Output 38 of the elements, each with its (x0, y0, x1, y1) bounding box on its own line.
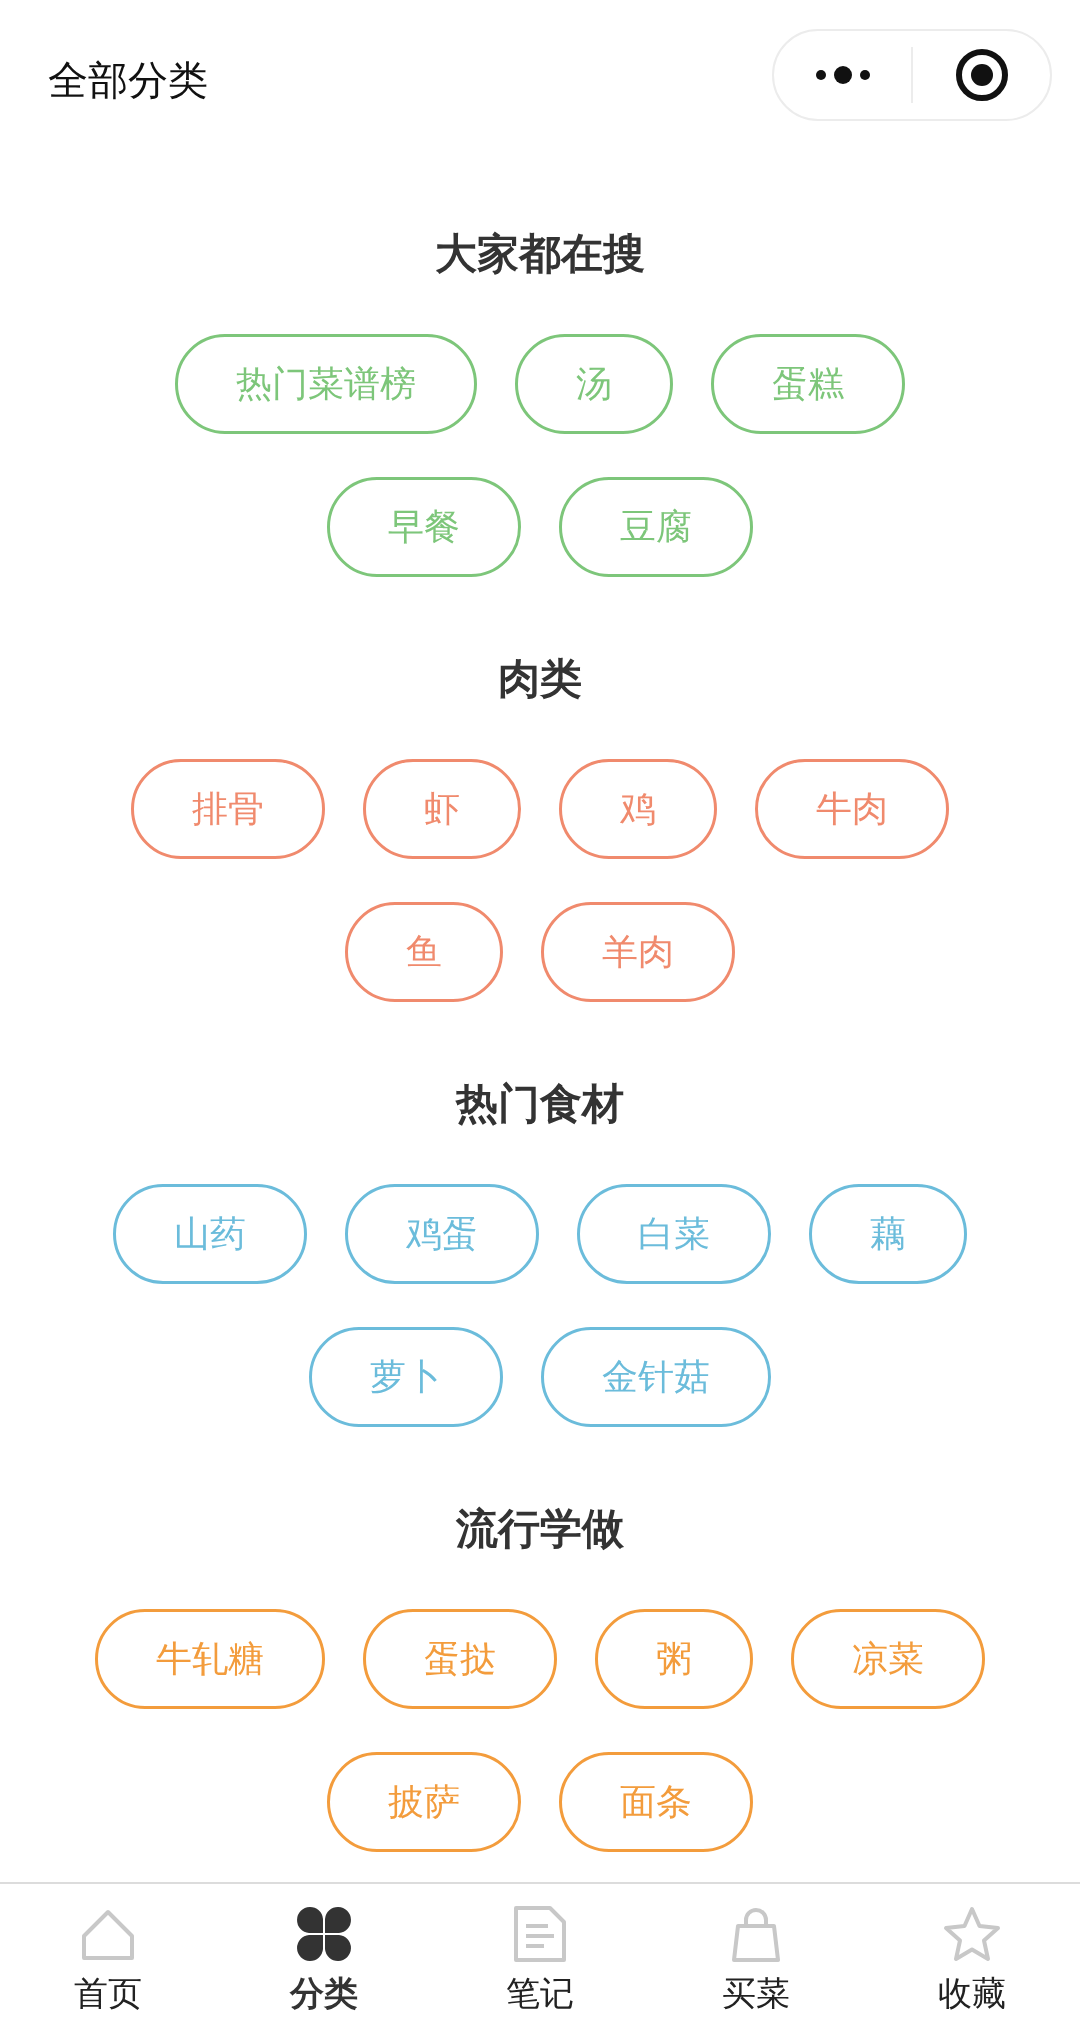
tab-item[interactable]: 收藏 (864, 1884, 1080, 2040)
category-tag[interactable]: 蛋糕 (711, 334, 905, 434)
category-tag[interactable]: 面条 (559, 1752, 753, 1852)
category-tag[interactable]: 藕 (809, 1184, 967, 1284)
category-tag[interactable]: 鸡蛋 (345, 1184, 539, 1284)
document-icon (512, 1906, 568, 1962)
category-tag[interactable]: 豆腐 (559, 477, 753, 577)
more-icon (814, 65, 871, 85)
category-tag[interactable]: 早餐 (327, 477, 521, 577)
section-title: 热门食材 (456, 1079, 624, 1129)
tab-item[interactable]: 首页 (0, 1884, 216, 2040)
tab-item[interactable]: 笔记 (432, 1884, 648, 2040)
category-tag[interactable]: 牛肉 (755, 759, 949, 859)
section-title: 流行学做 (456, 1504, 624, 1554)
tab-item[interactable]: 买菜 (648, 1884, 864, 2040)
clover-icon (296, 1906, 352, 1962)
section-title: 大家都在搜 (435, 229, 645, 279)
category-tag[interactable]: 披萨 (327, 1752, 521, 1852)
category-tag[interactable]: 粥 (595, 1609, 753, 1709)
category-tag[interactable]: 牛轧糖 (95, 1609, 325, 1709)
page-title: 全部分类 (48, 57, 208, 104)
category-tag[interactable]: 萝卜 (309, 1327, 503, 1427)
category-tag[interactable]: 金针菇 (541, 1327, 771, 1427)
star-icon (942, 1906, 1002, 1962)
category-tag[interactable]: 鱼 (345, 902, 503, 1002)
category-tag[interactable]: 蛋挞 (363, 1609, 557, 1709)
category-tag[interactable]: 汤 (515, 334, 673, 434)
target-icon (954, 48, 1009, 102)
category-tag[interactable]: 鸡 (559, 759, 717, 859)
category-tag[interactable]: 白菜 (577, 1184, 771, 1284)
category-tag[interactable]: 虾 (363, 759, 521, 859)
section-title: 肉类 (498, 654, 582, 704)
tab-item[interactable]: 分类 (216, 1884, 432, 2040)
category-tag[interactable]: 凉菜 (791, 1609, 985, 1709)
category-tag[interactable]: 热门菜谱榜 (175, 334, 477, 434)
category-tag[interactable]: 山药 (113, 1184, 307, 1284)
category-tag[interactable]: 羊肉 (541, 902, 735, 1002)
category-tag[interactable]: 排骨 (131, 759, 325, 859)
